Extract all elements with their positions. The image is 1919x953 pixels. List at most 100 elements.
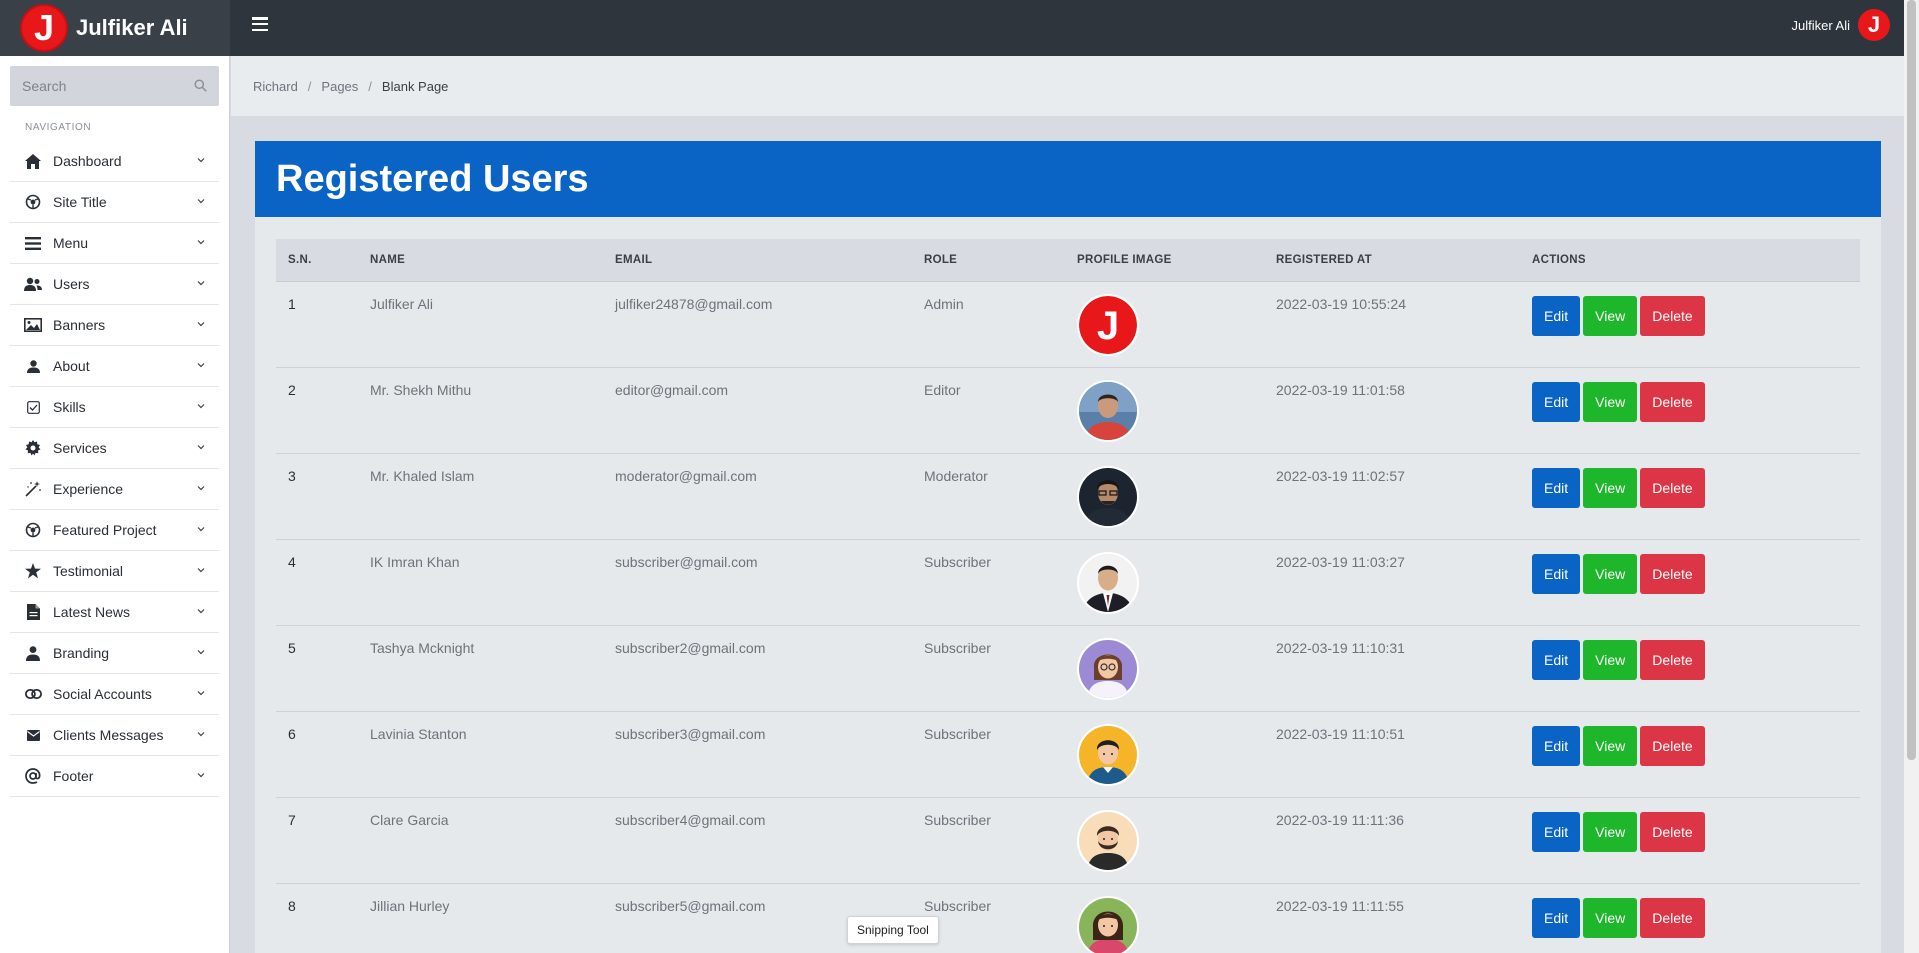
sidebar-item-experience[interactable]: Experience (10, 469, 219, 510)
delete-button[interactable]: Delete (1640, 553, 1705, 594)
chevron-down-icon (197, 732, 205, 737)
sidebar-item-label: Testimonial (53, 563, 124, 579)
search-input[interactable] (10, 66, 219, 106)
delete-button[interactable]: Delete (1640, 295, 1705, 336)
sidebar-item-latest-news[interactable]: Latest News (10, 592, 219, 633)
edit-button[interactable]: Edit (1532, 897, 1581, 938)
edit-button[interactable]: Edit (1532, 553, 1581, 594)
col-header[interactable]: NAME (358, 239, 603, 282)
home-icon (24, 153, 42, 169)
edit-button[interactable]: Edit (1532, 639, 1581, 680)
view-button[interactable]: View (1583, 295, 1638, 336)
row-actions: Edit View Delete (1532, 639, 1860, 680)
sidebar-item-about[interactable]: About (10, 346, 219, 387)
user-menu[interactable]: Julfiker Ali J (1791, 9, 1890, 41)
profile-avatar (1077, 809, 1139, 872)
sidebar-item-testimonial[interactable]: Testimonial (10, 551, 219, 592)
brand[interactable]: J Julfiker Ali (0, 0, 230, 56)
sidebar-item-featured-project[interactable]: Featured Project (10, 510, 219, 551)
row-sn: 4 (288, 553, 296, 570)
sidebar-item-banners[interactable]: Banners (10, 305, 219, 346)
row-email: julfiker24878@gmail.com (615, 295, 773, 312)
sidebar-item-label: Menu (53, 235, 89, 251)
view-button[interactable]: View (1583, 639, 1638, 680)
nav-header: NAVIGATION (25, 122, 92, 133)
chevron-down-icon (197, 691, 205, 696)
chevron-down-icon (197, 158, 205, 163)
row-actions: Edit View Delete (1532, 553, 1860, 594)
delete-button[interactable]: Delete (1640, 381, 1705, 422)
edit-button[interactable]: Edit (1532, 467, 1581, 508)
sidebar-item-dashboard[interactable]: Dashboard (10, 141, 219, 182)
col-header[interactable]: REGISTERED AT (1264, 239, 1520, 282)
sidebar-item-label: Banners (53, 317, 106, 333)
delete-button[interactable]: Delete (1640, 897, 1705, 938)
search-icon[interactable] (194, 79, 207, 92)
sidebar-item-label: Social Accounts (53, 686, 152, 702)
profile-avatar (1077, 895, 1139, 953)
col-header[interactable]: EMAIL (603, 239, 912, 282)
row-registered-at: 2022-03-19 11:01:58 (1276, 381, 1405, 398)
sidebar-item-social-accounts[interactable]: Social Accounts (10, 674, 219, 715)
col-header[interactable]: ROLE (912, 239, 1065, 282)
view-button[interactable]: View (1583, 381, 1638, 422)
view-button[interactable]: View (1583, 897, 1638, 938)
sidebar-item-label: Users (53, 276, 90, 292)
top-navbar: J Julfiker Ali Julfiker Ali J (0, 0, 1904, 56)
edit-button[interactable]: Edit (1532, 295, 1581, 336)
delete-button[interactable]: Delete (1640, 467, 1705, 508)
sidebar-item-footer[interactable]: Footer (10, 756, 219, 797)
sidebar-item-label: Clients Messages (53, 727, 164, 743)
sidebar-item-clients-messages[interactable]: Clients Messages (10, 715, 219, 756)
col-header[interactable]: PROFILE IMAGE (1065, 239, 1264, 282)
chevron-down-icon (197, 445, 205, 450)
sidebar-item-menu[interactable]: Menu (10, 223, 219, 264)
chevron-down-icon (197, 527, 205, 532)
row-sn: 7 (288, 811, 296, 828)
sidebar-item-label: Site Title (53, 194, 107, 210)
magic-wand-icon (24, 481, 42, 497)
svg-text:J: J (1097, 304, 1119, 348)
edit-button[interactable]: Edit (1532, 725, 1581, 766)
row-name: Lavinia Stanton (370, 725, 467, 742)
view-button[interactable]: View (1583, 553, 1638, 594)
chevron-down-icon (197, 568, 205, 573)
breadcrumb-item[interactable]: Richard (253, 79, 298, 94)
row-actions: Edit View Delete (1532, 467, 1860, 508)
delete-button[interactable]: Delete (1640, 811, 1705, 852)
row-name: Clare Garcia (370, 811, 449, 828)
view-button[interactable]: View (1583, 467, 1638, 508)
chevron-down-icon (197, 404, 205, 409)
user-icon (24, 358, 42, 374)
row-email: subscriber3@gmail.com (615, 725, 766, 742)
sidebar-item-services[interactable]: Services (10, 428, 219, 469)
snipping-tool-tooltip: Snipping Tool (847, 916, 939, 944)
sidebar-item-label: Latest News (53, 604, 131, 620)
sidebar: NAVIGATION Dashboard Site Title Menu Users B… (0, 56, 230, 953)
sidebar-toggle-icon[interactable] (252, 17, 268, 31)
row-registered-at: 2022-03-19 11:11:55 (1276, 897, 1404, 914)
edit-button[interactable]: Edit (1532, 811, 1581, 852)
sidebar-item-label: Featured Project (53, 522, 157, 538)
sidebar-item-label: Footer (53, 768, 94, 784)
col-header[interactable]: S.N. (276, 239, 358, 282)
sidebar-item-branding[interactable]: Branding (10, 633, 219, 674)
sidebar-item-site-title[interactable]: Site Title (10, 182, 219, 223)
chevron-down-icon (197, 199, 205, 204)
delete-button[interactable]: Delete (1640, 639, 1705, 680)
view-button[interactable]: View (1583, 725, 1638, 766)
sidebar-item-label: Services (53, 440, 107, 456)
envelope-icon (24, 727, 42, 743)
table-row: 5 Tashya Mcknight subscriber2@gmail.com Sub… (276, 625, 1860, 711)
users-table-wrap: S.N. NAME EMAIL ROLE PROFILE IMAGE REGIS… (276, 239, 1860, 953)
sidebar-item-users[interactable]: Users (10, 264, 219, 305)
scrollbar-thumb[interactable] (1907, 0, 1916, 760)
delete-button[interactable]: Delete (1640, 725, 1705, 766)
row-registered-at: 2022-03-19 11:02:57 (1276, 467, 1405, 484)
view-button[interactable]: View (1583, 811, 1638, 852)
page-scrollbar[interactable] (1904, 0, 1919, 953)
col-header[interactable]: ACTIONS (1520, 239, 1860, 282)
sidebar-item-skills[interactable]: Skills (10, 387, 219, 428)
breadcrumb-item[interactable]: Pages (321, 79, 358, 94)
edit-button[interactable]: Edit (1532, 381, 1581, 422)
